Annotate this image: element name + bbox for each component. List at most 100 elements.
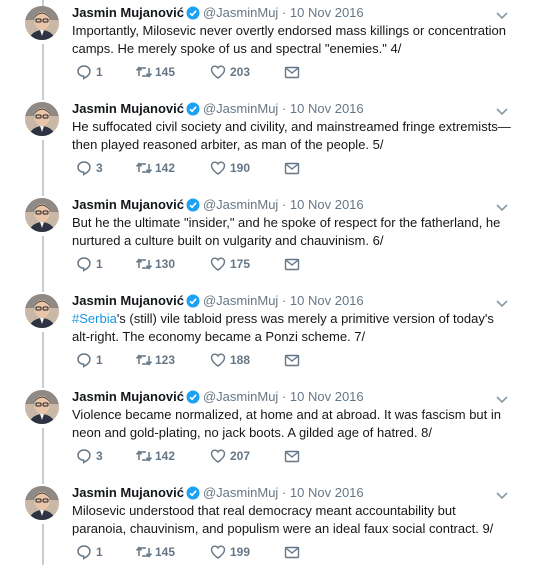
chevron-down-icon[interactable]: [495, 8, 509, 20]
envelope-icon: [284, 450, 300, 463]
avatar-image: [25, 102, 59, 136]
tweet-date[interactable]: 10 Nov 2016: [290, 389, 364, 404]
retweet-count: 123: [155, 353, 176, 367]
retweet-icon: [135, 546, 153, 558]
tweet-body: 's (still) vile tabloid press was merely…: [72, 311, 494, 344]
separator-dot: ·: [281, 389, 287, 404]
avatar-image: [25, 6, 59, 40]
tweet-date[interactable]: 10 Nov 2016: [290, 293, 364, 308]
retweet-count: 145: [155, 545, 176, 559]
tweet-date[interactable]: 10 Nov 2016: [290, 5, 364, 20]
like-count: 207: [230, 449, 251, 463]
avatar-image: [25, 390, 59, 424]
heart-icon: [210, 65, 226, 79]
avatar[interactable]: [25, 390, 59, 424]
author-name[interactable]: Jasmin Mujanović: [72, 293, 184, 308]
retweet-count: 145: [155, 65, 176, 79]
tweet-date[interactable]: 10 Nov 2016: [290, 485, 364, 500]
author-handle[interactable]: @JasminMuj: [203, 5, 278, 20]
tweet-date[interactable]: 10 Nov 2016: [290, 197, 364, 212]
like-count: 199: [230, 545, 251, 559]
reply-count: 1: [96, 257, 103, 271]
tweet-header: Jasmin Mujanović @JasminMuj · 10 Nov 2016: [72, 292, 364, 310]
author-name[interactable]: Jasmin Mujanović: [72, 197, 184, 212]
tweet-header: Jasmin Mujanović @JasminMuj · 10 Nov 2016: [72, 4, 364, 22]
heart-icon: [210, 161, 226, 175]
like-count: 175: [230, 257, 251, 271]
like-count: 190: [230, 161, 251, 175]
tweet[interactable]: Jasmin Mujanović @JasminMuj · 10 Nov 2016…: [0, 386, 535, 480]
tweet-header: Jasmin Mujanović @JasminMuj · 10 Nov 2016: [72, 196, 364, 214]
heart-icon: [210, 257, 226, 271]
envelope-icon: [284, 162, 300, 175]
tweet[interactable]: Jasmin Mujanović @JasminMuj · 10 Nov 2016…: [0, 290, 535, 384]
tweet[interactable]: Jasmin Mujanović @JasminMuj · 10 Nov 2016…: [0, 2, 535, 96]
envelope-icon: [284, 546, 300, 559]
author-name[interactable]: Jasmin Mujanović: [72, 5, 184, 20]
reply-icon: [77, 65, 91, 80]
avatar[interactable]: [25, 486, 59, 520]
avatar-image: [25, 486, 59, 520]
author-name[interactable]: Jasmin Mujanović: [72, 389, 184, 404]
like-count: 188: [230, 353, 251, 367]
chevron-down-icon[interactable]: [495, 296, 509, 308]
retweet-icon: [135, 162, 153, 174]
envelope-icon: [284, 66, 300, 79]
retweet-icon: [135, 450, 153, 462]
separator-dot: ·: [281, 485, 287, 500]
author-handle[interactable]: @JasminMuj: [203, 389, 278, 404]
avatar[interactable]: [25, 294, 59, 328]
avatar[interactable]: [25, 102, 59, 136]
author-name[interactable]: Jasmin Mujanović: [72, 101, 184, 116]
reply-icon: [77, 353, 91, 368]
tweet-date[interactable]: 10 Nov 2016: [290, 101, 364, 116]
tweet-header: Jasmin Mujanović @JasminMuj · 10 Nov 2016: [72, 100, 364, 118]
reply-count: 1: [96, 65, 103, 79]
avatar[interactable]: [25, 198, 59, 232]
reply-count: 1: [96, 353, 103, 367]
retweet-icon: [135, 66, 153, 78]
retweet-count: 142: [155, 449, 176, 463]
tweet-text: He suffocated civil society and civility…: [72, 118, 512, 154]
tweet-body: Importantly, Milosevic never overtly end…: [72, 23, 506, 56]
reply-icon: [77, 449, 91, 464]
avatar[interactable]: [25, 6, 59, 40]
tweet-body: He suffocated civil society and civility…: [72, 119, 511, 152]
reply-count: 3: [96, 161, 103, 175]
avatar-image: [25, 198, 59, 232]
chevron-down-icon[interactable]: [495, 392, 509, 404]
envelope-icon: [284, 258, 300, 271]
separator-dot: ·: [281, 293, 287, 308]
chevron-down-icon[interactable]: [495, 488, 509, 500]
author-handle[interactable]: @JasminMuj: [203, 485, 278, 500]
tweet-body: Milosevic understood that real democracy…: [72, 503, 494, 536]
chevron-down-icon[interactable]: [495, 200, 509, 212]
tweet-text: Milosevic understood that real democracy…: [72, 502, 512, 538]
author-name[interactable]: Jasmin Mujanović: [72, 485, 184, 500]
avatar-image: [25, 294, 59, 328]
retweet-count: 142: [155, 161, 176, 175]
tweet-body: Violence became normalized, at home and …: [72, 407, 501, 440]
tweet[interactable]: Jasmin Mujanović @JasminMuj · 10 Nov 2016…: [0, 482, 535, 576]
heart-icon: [210, 449, 226, 463]
hashtag-link[interactable]: #Serbia: [72, 311, 117, 326]
envelope-icon: [284, 354, 300, 367]
separator-dot: ·: [281, 101, 287, 116]
author-handle[interactable]: @JasminMuj: [203, 101, 278, 116]
tweet[interactable]: Jasmin Mujanović @JasminMuj · 10 Nov 2016…: [0, 194, 535, 288]
tweet[interactable]: Jasmin Mujanović @JasminMuj · 10 Nov 2016…: [0, 98, 535, 192]
tweet-header: Jasmin Mujanović @JasminMuj · 10 Nov 2016: [72, 484, 364, 502]
tweet-text: #Serbia's (still) vile tabloid press was…: [72, 310, 512, 346]
chevron-down-icon[interactable]: [495, 104, 509, 116]
reply-icon: [77, 545, 91, 560]
tweet-text: But he the ultimate "insider," and he sp…: [72, 214, 512, 250]
like-count: 203: [230, 65, 251, 79]
tweet-header: Jasmin Mujanović @JasminMuj · 10 Nov 2016: [72, 388, 364, 406]
heart-icon: [210, 353, 226, 367]
separator-dot: ·: [281, 197, 287, 212]
author-handle[interactable]: @JasminMuj: [203, 197, 278, 212]
reply-count: 3: [96, 449, 103, 463]
tweet-body: But he the ultimate "insider," and he sp…: [72, 215, 501, 248]
author-handle[interactable]: @JasminMuj: [203, 293, 278, 308]
reply-icon: [77, 257, 91, 272]
